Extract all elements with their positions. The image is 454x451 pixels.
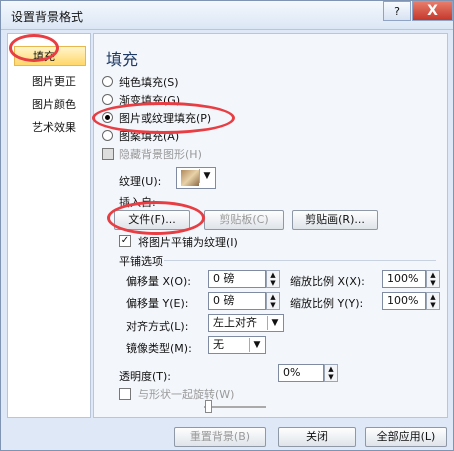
sidebar-item-picture-color[interactable]: 图片颜色 <box>14 95 86 115</box>
sidebar-highlight-circle <box>9 34 59 62</box>
hide-background-label: 隐藏背景图形(H) <box>119 148 202 161</box>
transparency-label: 透明度(T): <box>119 370 172 383</box>
offset-x-field[interactable]: 0 磅 <box>208 270 266 288</box>
alignment-select[interactable]: 左上对齐 ▼ <box>208 314 284 332</box>
chevron-down-icon: ▼ <box>199 169 214 183</box>
window-title: 设置背景格式 <box>11 10 84 24</box>
file-button-highlight-circle <box>107 201 205 235</box>
scale-x-label: 缩放比例 X(X): <box>290 275 365 288</box>
close-window-button[interactable]: X <box>412 1 453 21</box>
close-icon: X <box>427 3 438 19</box>
scale-y-spinner[interactable]: ▲ ▼ <box>426 292 440 310</box>
chevron-down-icon: ▼ <box>267 316 282 330</box>
rotate-with-shape-checkbox[interactable] <box>119 388 131 400</box>
tile-label: 将图片平铺为纹理(I) <box>138 236 238 249</box>
offset-x-label: 偏移量 X(O): <box>126 275 191 288</box>
transparency-spinner[interactable]: ▲ ▼ <box>324 364 338 382</box>
mirror-type-value: 无 <box>213 338 224 351</box>
apply-all-button[interactable]: 全部应用(L) <box>365 427 447 447</box>
mirror-type-select[interactable]: 无 ▼ <box>208 336 266 354</box>
rotate-with-shape-label: 与形状一起旋转(W) <box>138 388 235 401</box>
sidebar-item-label: 图片更正 <box>32 75 76 88</box>
sidebar-item-artistic-effects[interactable]: 艺术效果 <box>14 118 86 138</box>
offset-y-label: 偏移量 Y(E): <box>126 297 189 310</box>
close-button[interactable]: 关闭 <box>278 427 356 447</box>
gradient-fill-radio[interactable] <box>102 94 113 105</box>
scale-x-spinner[interactable]: ▲ ▼ <box>426 270 440 288</box>
scale-y-field[interactable]: 100% <box>382 292 426 310</box>
mirror-type-label: 镜像类型(M): <box>126 342 192 355</box>
help-button[interactable]: ? <box>383 1 411 21</box>
sidebar-item-label: 图片颜色 <box>32 98 76 111</box>
clipboard-button[interactable]: 剪贴板(C) <box>204 210 284 230</box>
help-icon: ? <box>394 4 400 18</box>
offset-y-spinner[interactable]: ▲ ▼ <box>266 292 280 310</box>
reset-background-button[interactable]: 重置背景(B) <box>174 427 266 447</box>
picture-fill-highlight-circle <box>92 102 235 134</box>
alignment-value: 左上对齐 <box>213 316 257 329</box>
texture-label: 纹理(U): <box>119 175 162 188</box>
sidebar-item-label: 艺术效果 <box>32 121 76 134</box>
sidebar-item-picture-correction[interactable]: 图片更正 <box>14 72 86 92</box>
clipart-button[interactable]: 剪贴画(R)... <box>292 210 378 230</box>
offset-x-spinner[interactable]: ▲ ▼ <box>266 270 280 288</box>
solid-fill-radio[interactable] <box>102 76 113 87</box>
transparency-slider-track <box>204 406 266 408</box>
scale-y-label: 缩放比例 Y(Y): <box>290 297 364 310</box>
tile-options-label: 平铺选项 <box>119 255 163 268</box>
scale-x-field[interactable]: 100% <box>382 270 426 288</box>
pattern-fill-radio[interactable] <box>102 130 113 141</box>
format-background-window: 设置背景格式 ? X 填充 图片更正 图片颜色 艺术效果 填充 纯色填充(S) … <box>0 0 454 451</box>
offset-y-field[interactable]: 0 磅 <box>208 292 266 310</box>
texture-dropdown[interactable]: ▼ <box>176 167 216 189</box>
sidebar: 填充 图片更正 图片颜色 艺术效果 <box>7 33 91 418</box>
panel-title: 填充 <box>106 50 139 69</box>
group-divider <box>164 260 436 261</box>
chevron-down-icon: ▼ <box>249 338 264 352</box>
transparency-field[interactable]: 0% <box>278 364 324 382</box>
hide-background-checkbox[interactable] <box>102 148 114 160</box>
texture-preview-icon <box>181 170 199 186</box>
alignment-label: 对齐方式(L): <box>126 320 189 333</box>
tile-checkbox[interactable]: ✓ <box>119 235 131 247</box>
solid-fill-label: 纯色填充(S) <box>119 76 179 89</box>
title-bar: 设置背景格式 ? X <box>1 1 453 30</box>
